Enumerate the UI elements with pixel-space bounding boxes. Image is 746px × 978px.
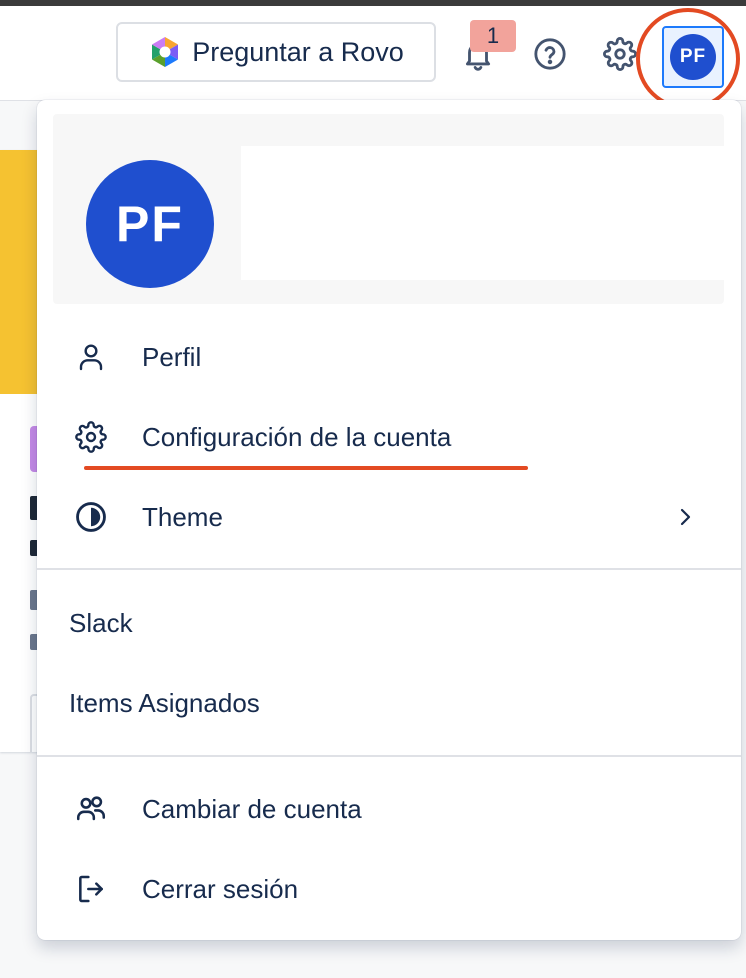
ask-rovo-label: Preguntar a Rovo — [192, 36, 404, 67]
chevron-right-icon — [671, 503, 699, 531]
menu-item-label: Perfil — [142, 341, 202, 372]
menu-item-label: Configuración de la cuenta — [142, 421, 452, 452]
person-icon — [73, 339, 109, 375]
top-navigation-bar: Preguntar a Rovo 1 PF — [0, 6, 746, 101]
people-icon — [73, 791, 109, 827]
menu-item-logout[interactable]: Cerrar sesión — [37, 849, 741, 929]
profile-info-panel — [241, 146, 724, 280]
settings-button[interactable] — [600, 34, 640, 74]
menu-item-profile[interactable]: Perfil — [37, 317, 741, 397]
account-menu-dropdown: PF Perfil Configuración de la cuenta The… — [37, 100, 741, 940]
question-icon — [534, 38, 566, 70]
avatar-large: PF — [86, 160, 214, 288]
logout-icon — [73, 871, 109, 907]
menu-item-slack[interactable]: Slack — [37, 583, 741, 663]
menu-item-label: Theme — [142, 501, 223, 532]
profile-header: PF — [53, 114, 724, 304]
menu-item-account-settings[interactable]: Configuración de la cuenta — [37, 397, 741, 477]
notifications-count-badge: 1 — [470, 20, 516, 52]
menu-item-label: Cerrar sesión — [142, 873, 299, 904]
theme-icon — [73, 499, 109, 535]
ask-rovo-button[interactable]: Preguntar a Rovo — [116, 22, 436, 82]
menu-divider — [37, 568, 741, 570]
help-button[interactable] — [530, 34, 570, 74]
gear-icon — [73, 419, 109, 455]
account-avatar-button[interactable]: PF — [662, 26, 724, 88]
menu-item-switch-account[interactable]: Cambiar de cuenta — [37, 769, 741, 849]
rovo-logo-icon — [152, 37, 179, 67]
avatar: PF — [670, 34, 716, 80]
menu-item-label: Slack — [69, 607, 133, 638]
menu-item-label: Items Asignados — [69, 687, 260, 718]
menu-item-theme[interactable]: Theme — [37, 477, 741, 557]
menu-item-label: Cambiar de cuenta — [142, 793, 362, 824]
gear-icon — [603, 37, 637, 71]
menu-item-assigned-items[interactable]: Items Asignados — [37, 663, 741, 743]
menu-divider — [37, 755, 741, 757]
annotation-underline — [84, 466, 528, 470]
